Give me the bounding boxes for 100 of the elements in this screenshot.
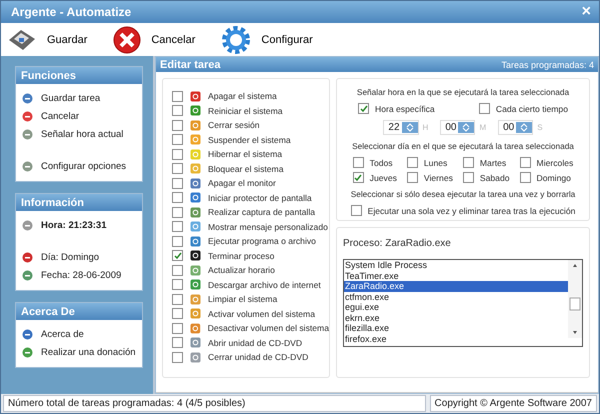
panel-header: Información bbox=[16, 194, 142, 211]
action-label: Actualizar horario bbox=[208, 265, 275, 276]
once-heading: Seleccionar si sólo desea ejecutar la tarea una vez y borrarla bbox=[350, 189, 576, 199]
sidebar-item: Día: Domingo bbox=[41, 252, 100, 262]
process-item[interactable]: System Idle Process bbox=[344, 260, 568, 270]
checkbox[interactable] bbox=[520, 157, 531, 168]
toolbar-button[interactable]: Cancelar bbox=[113, 26, 196, 54]
time-heading: Señalar hora en la que se ejecutará la tarea seleccionada bbox=[356, 87, 570, 97]
checkbox[interactable] bbox=[172, 221, 183, 232]
process-item[interactable]: egui.exe bbox=[344, 302, 568, 312]
action-label: Cerrar unidad de CD-DVD bbox=[208, 352, 308, 362]
day-label: Lunes bbox=[424, 158, 448, 168]
checkbox[interactable] bbox=[352, 172, 364, 183]
checkbox[interactable] bbox=[172, 163, 183, 174]
checkbox[interactable] bbox=[172, 337, 183, 348]
checkbox[interactable] bbox=[478, 103, 490, 114]
process-item[interactable]: filezilla.exe bbox=[344, 323, 568, 334]
checkbox[interactable] bbox=[462, 157, 474, 168]
action-label: Hibernar el sistema bbox=[208, 149, 282, 160]
action-label: Descargar archivo de internet bbox=[208, 280, 321, 290]
sidebar-item[interactable]: Señalar hora actual bbox=[41, 128, 124, 140]
day-label: Sabado bbox=[480, 172, 510, 182]
process-item[interactable]: firefox.exe bbox=[344, 334, 568, 344]
day-label: Todos bbox=[370, 158, 393, 168]
checkbox[interactable] bbox=[172, 178, 183, 189]
checkbox[interactable] bbox=[520, 172, 531, 183]
checkbox[interactable] bbox=[172, 148, 183, 160]
day-label: Martes bbox=[480, 158, 506, 168]
sidebar-item: Fecha: 28-06-2009 bbox=[41, 270, 122, 280]
checkbox[interactable] bbox=[406, 157, 418, 168]
action-label: Activar volumen del sistema bbox=[208, 308, 315, 319]
action-label: Reiniciar el sistema bbox=[208, 106, 283, 116]
action-label: Cerrar sesión bbox=[208, 120, 260, 130]
checkbox[interactable] bbox=[462, 172, 474, 183]
day-label: Jueves bbox=[370, 172, 397, 182]
day-heading: Seleccionar día en el que se ejecutará la tarea seleccionada bbox=[352, 141, 574, 151]
checkbox[interactable] bbox=[352, 157, 364, 168]
status-text: Número total de tareas programadas: 4 (4/5 posibles) bbox=[3, 395, 426, 412]
unit-label: M bbox=[479, 123, 486, 132]
scrollbar[interactable] bbox=[568, 260, 582, 338]
checkbox[interactable] bbox=[350, 205, 362, 216]
process-item[interactable]: ZaraRadio.exe bbox=[344, 281, 568, 292]
once-label: Ejecutar una sola vez y eliminar tarea tras la ejecución bbox=[368, 206, 576, 216]
action-label: Desactivar volumen del sistema bbox=[208, 323, 329, 334]
toolbar-button[interactable]: Configurar bbox=[221, 26, 313, 54]
sidebar-item[interactable]: Cancelar bbox=[41, 110, 80, 122]
action-label: Apagar el monitor bbox=[208, 178, 276, 188]
checkbox[interactable] bbox=[172, 192, 183, 204]
checkbox[interactable] bbox=[172, 352, 183, 363]
time-spinner[interactable]: 00 bbox=[440, 120, 476, 135]
day-label: Viernes bbox=[424, 172, 453, 182]
mode-label: Hora específica bbox=[375, 104, 435, 114]
checkbox[interactable] bbox=[406, 172, 418, 183]
checkbox[interactable] bbox=[172, 134, 183, 146]
panel-header: Funciones bbox=[16, 67, 142, 84]
sidebar-item[interactable]: Realizar una donación bbox=[41, 346, 136, 358]
sidebar-item[interactable]: Acerca de bbox=[41, 328, 84, 340]
checkbox[interactable] bbox=[172, 250, 183, 262]
toolbar-button[interactable]: Guardar bbox=[7, 26, 88, 52]
time-spinner[interactable]: 00 bbox=[498, 120, 534, 135]
process-list[interactable]: System Idle Process TeaTimer.exe ZaraRadio.exe ctfmon.exe egui.exe ekrn.exe filezilla.exe firefox.exe bbox=[343, 259, 583, 347]
status-text: Copyright © Argente Software 2007 bbox=[430, 395, 597, 412]
day-label: Domingo bbox=[536, 172, 571, 182]
checkbox[interactable] bbox=[172, 308, 183, 320]
checkbox[interactable] bbox=[172, 105, 183, 116]
action-label: Abrir unidad de CD-DVD bbox=[208, 338, 302, 348]
task-count: Tareas programadas: 4 bbox=[501, 60, 594, 70]
action-label: Mostrar mensaje personalizado bbox=[208, 222, 328, 232]
process-label: Proceso: ZaraRadio.exe bbox=[343, 238, 452, 249]
checkbox[interactable] bbox=[172, 264, 183, 276]
sidebar-item[interactable]: Configurar opciones bbox=[41, 160, 126, 172]
unit-label: H bbox=[422, 123, 428, 132]
unit-label: S bbox=[537, 123, 543, 132]
action-label: Ejecutar programa o archivo bbox=[208, 236, 316, 246]
time-spinner[interactable]: 22 bbox=[383, 120, 419, 135]
day-label: Miercoles bbox=[536, 158, 574, 168]
process-item[interactable]: TeaTimer.exe bbox=[344, 270, 568, 281]
action-label: Terminar proceso bbox=[208, 250, 274, 261]
checkbox[interactable] bbox=[358, 103, 369, 114]
checkbox[interactable] bbox=[172, 120, 183, 131]
window-title: Argente - Automatize bbox=[11, 5, 132, 19]
checkbox[interactable] bbox=[172, 279, 183, 290]
action-label: Iniciar protector de pantalla bbox=[208, 192, 312, 203]
checkbox[interactable] bbox=[172, 294, 183, 305]
action-label: Apagar el sistema bbox=[208, 91, 277, 102]
action-label: Suspender el sistema bbox=[208, 134, 291, 145]
process-item[interactable]: ctfmon.exe bbox=[344, 292, 568, 302]
minus-circle-icon bbox=[22, 110, 33, 122]
close-icon bbox=[113, 26, 142, 54]
sidebar-item[interactable]: Guardar tarea bbox=[41, 92, 100, 104]
checkbox[interactable] bbox=[172, 322, 183, 334]
checkbox[interactable] bbox=[172, 90, 183, 102]
action-label: Bloquear el sistema bbox=[208, 164, 284, 174]
action-label: Limpiar el sistema bbox=[208, 294, 278, 304]
sidebar-item: Hora: 21:23:31 bbox=[41, 220, 106, 230]
checkbox[interactable] bbox=[172, 206, 183, 218]
section-title: Editar tarea bbox=[160, 58, 221, 70]
checkbox[interactable] bbox=[172, 236, 183, 247]
action-label: Realizar captura de pantalla bbox=[208, 207, 316, 218]
process-item[interactable]: ekrn.exe bbox=[344, 312, 568, 323]
